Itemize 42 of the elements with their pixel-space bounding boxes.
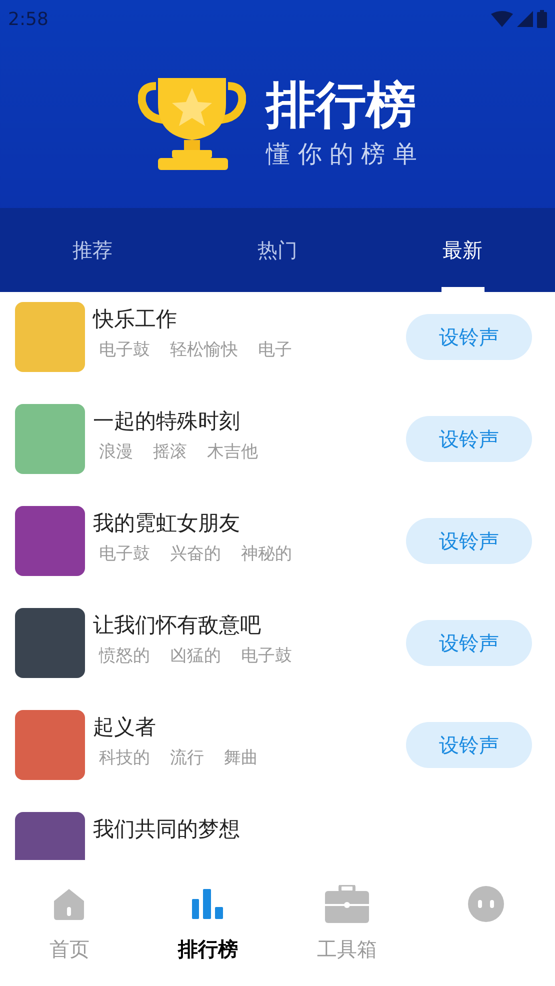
song-title: 起义者: [93, 714, 157, 741]
song-title: 一起的特殊时刻: [93, 408, 241, 435]
tab[interactable]: 最新: [370, 208, 555, 292]
set-ringtone-button[interactable]: 设铃声: [406, 620, 532, 666]
wifi-icon: [491, 11, 513, 27]
song-tag: 科技的: [99, 746, 150, 772]
page-title: 排行榜: [266, 74, 417, 136]
song-title: 让我们怀有敌意吧: [93, 612, 262, 639]
song-title: 我们共同的梦想: [93, 816, 241, 843]
song-title: 我的霓虹女朋友: [93, 510, 241, 537]
status-time: 2:58: [8, 8, 48, 32]
home-icon: [52, 887, 86, 921]
set-ringtone-button[interactable]: 设铃声: [406, 518, 532, 564]
briefcase-icon: [324, 885, 369, 923]
nav-tab[interactable]: 工具箱: [278, 860, 416, 986]
song-tag: 神秘的: [241, 542, 292, 568]
signal-icon: [517, 11, 533, 27]
song-tag: 流行: [170, 746, 204, 772]
song-tag: 摇滚: [153, 440, 187, 466]
song-tag: 电子鼓: [99, 338, 150, 364]
song-tag: 电子鼓: [99, 542, 150, 568]
song-tag: 浪漫: [99, 440, 133, 466]
face-icon: [468, 886, 504, 922]
song-tag: 舞曲: [224, 746, 258, 772]
bar-chart-icon: [192, 889, 224, 919]
page-subtitle: 懂 你 的 榜 单: [266, 139, 417, 170]
battery-icon: [537, 10, 547, 28]
song-tag: 凶猛的: [170, 644, 221, 670]
set-ringtone-button[interactable]: 设铃声: [406, 314, 532, 360]
song-tag: 木吉他: [207, 440, 258, 466]
tab[interactable]: 热门: [185, 208, 370, 292]
song-tag: 轻松愉快: [170, 338, 238, 364]
song-tag: 兴奋的: [170, 542, 221, 568]
nav-tab[interactable]: 排行榜: [138, 860, 278, 986]
song-tag: 电子: [258, 338, 292, 364]
set-ringtone-button[interactable]: 设铃声: [406, 722, 532, 768]
nav-tab[interactable]: 首页: [0, 860, 139, 986]
tab[interactable]: 推荐: [0, 208, 185, 292]
song-tag: 电子鼓: [241, 644, 292, 670]
song-title: 快乐工作: [93, 306, 178, 333]
song-tag: 愤怒的: [99, 644, 150, 670]
set-ringtone-button[interactable]: 设铃声: [406, 416, 532, 462]
